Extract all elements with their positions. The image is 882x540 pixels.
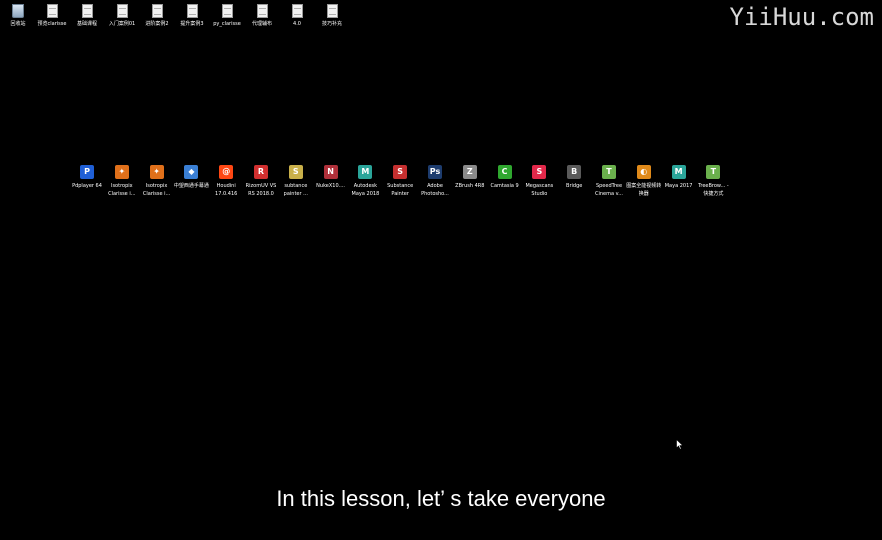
- desktop-shortcut-label: NukeX10....: [316, 183, 346, 189]
- desktop-shortcut-label: Isotropix Clarisse i...: [108, 183, 136, 197]
- desktop-icon-label: 进阶案例2: [145, 21, 169, 27]
- houdini-icon: @: [219, 165, 234, 179]
- speedtree-icon: T: [602, 165, 616, 179]
- maya-icon: M: [358, 165, 373, 179]
- clarisse-icon: ✦: [149, 165, 164, 179]
- desktop-shortcut-label: Substance Painter: [387, 183, 414, 197]
- desktop-shortcut[interactable]: Ps Adobe Photosho...: [417, 165, 453, 198]
- clarisse-icon: ✦: [114, 165, 129, 179]
- camtasia-icon: C: [497, 165, 512, 179]
- desktop-shortcut[interactable]: N NukeX10....: [313, 165, 349, 190]
- desktop-icon-label: 预览clarisse: [37, 21, 67, 27]
- desktop-icon-file[interactable]: py_clarisse: [209, 4, 245, 34]
- desktop-icon-label: 代理辅布: [251, 21, 272, 27]
- pdplayer-icon: P: [80, 165, 94, 179]
- desktop-shortcut-label: ZBrush 4R8: [455, 183, 485, 189]
- rizomuv-icon: R: [254, 165, 268, 179]
- desktop-shortcut[interactable]: B Bridge: [556, 165, 592, 190]
- desktop-shortcut[interactable]: P Pdplayer 64: [69, 165, 105, 190]
- photoshop-icon: Ps: [428, 165, 442, 179]
- desktop-shortcut[interactable]: Ssubtance painter ...: [278, 165, 314, 198]
- desktop-shortcut-label: Bridge: [566, 183, 583, 189]
- file-icon: [46, 4, 58, 18]
- desktop-icon-label: 技巧补充: [321, 21, 342, 27]
- desktop-shortcut[interactable]: @ Houdini 17.0.416: [208, 165, 244, 198]
- file-icon: [326, 4, 338, 18]
- substance-icon: S: [288, 165, 303, 179]
- desktop-shortcut-label: Isotropix Clarisse i...: [142, 183, 171, 197]
- desktop-shortcut-label: Maya 2017: [664, 183, 693, 189]
- desktop-shortcut-label: 图案全能视频转换器: [626, 183, 662, 197]
- file-icon: [186, 4, 198, 18]
- desktop-shortcut[interactable]: T SpeedTree Cinema v...: [591, 165, 627, 198]
- desktop-shortcut[interactable]: Z ZBrush 4R8: [452, 165, 488, 190]
- desktop-icon-label: py_clarisse: [213, 21, 241, 27]
- desktop-shortcut[interactable]: M Autodesk Maya 2018: [347, 165, 383, 198]
- recycle-bin-icon: [12, 4, 24, 18]
- treebrowser-icon: T: [706, 165, 721, 179]
- desktop-shortcut-label: Pdplayer 64: [72, 183, 102, 189]
- desktop-shortcut-label: Camtasia 9: [490, 183, 519, 189]
- converter-icon: ◐: [636, 165, 651, 179]
- desktop-icon-file[interactable]: 4.0: [279, 4, 315, 34]
- file-icon: [151, 4, 163, 18]
- desktop-shortcut[interactable]: ◐ 图案全能视频转换器: [626, 165, 662, 198]
- desktop-icon-file[interactable]: 进阶案例2: [139, 4, 175, 34]
- desktop-shortcut[interactable]: S Substance Painter: [382, 165, 418, 198]
- desktop-shortcut[interactable]: R RizomUV VS RS 2018.0: [243, 165, 279, 198]
- desktop-shortcut-label: Adobe Photosho...: [421, 183, 449, 197]
- desktop-icon-file[interactable]: 提升案例3: [174, 4, 210, 34]
- desktop-shortcut[interactable]: ◆ 中望西通手幕通: [173, 165, 209, 190]
- watermark: YiiHuu.com: [729, 3, 875, 31]
- file-icon: [116, 4, 128, 18]
- desktop-icon-label: 4.0: [293, 21, 301, 27]
- desktop-icon-label: 入门案例01: [108, 21, 136, 27]
- desktop-shortcut-label: Megascans Studio: [525, 183, 554, 197]
- app-icon: ◆: [184, 165, 199, 179]
- desktop-icon-file[interactable]: 基础课程: [69, 4, 105, 34]
- file-icon: [221, 4, 233, 18]
- desktop-shortcut-label: RizomUV VS RS 2018.0: [245, 183, 277, 197]
- substance-painter-icon: S: [393, 165, 408, 179]
- desktop: YiiHuu.com 回收站 预览clarisse 基础课程 入门案例01 进阶…: [0, 0, 882, 540]
- desktop-shortcut[interactable]: C Camtasia 9: [487, 165, 523, 190]
- desktop-icon-recycle-bin[interactable]: 回收站: [0, 4, 36, 34]
- desktop-icon-label: 回收站: [10, 21, 26, 27]
- file-icon: [291, 4, 303, 18]
- maya-icon: M: [671, 165, 686, 179]
- zbrush-icon: Z: [462, 165, 477, 179]
- desktop-icon-file[interactable]: 入门案例01: [104, 4, 140, 34]
- desktop-shortcut-label: 中望西通手幕通: [173, 183, 209, 189]
- desktop-shortcut[interactable]: ✦ Isotropix Clarisse i...: [139, 165, 175, 198]
- desktop-icon-file[interactable]: 代理辅布: [244, 4, 280, 34]
- bridge-icon: B: [567, 165, 582, 179]
- desktop-icon-file[interactable]: 技巧补充: [314, 4, 350, 34]
- desktop-icon-label: 基础课程: [76, 21, 97, 27]
- nuke-icon: N: [323, 165, 338, 179]
- file-icon: [256, 4, 268, 18]
- desktop-shortcut-label: SpeedTree Cinema v...: [595, 183, 623, 197]
- desktop-shortcut-label: Houdini 17.0.416: [215, 183, 238, 197]
- desktop-shortcut-label: TreeBrow... - 快捷方式: [698, 183, 729, 197]
- desktop-shortcut-label: subtance painter ...: [283, 183, 308, 197]
- desktop-shortcut[interactable]: ✦ Isotropix Clarisse i...: [104, 165, 140, 198]
- file-icon: [81, 4, 93, 18]
- mouse-cursor-icon: [676, 439, 684, 450]
- desktop-shortcut[interactable]: M Maya 2017: [661, 165, 697, 190]
- desktop-icon-file[interactable]: 预览clarisse: [34, 4, 70, 34]
- desktop-shortcut[interactable]: T TreeBrow... - 快捷方式: [695, 165, 731, 198]
- megascans-icon: S: [532, 165, 547, 179]
- desktop-icon-label: 提升案例3: [180, 21, 204, 27]
- desktop-shortcut[interactable]: S Megascans Studio: [521, 165, 557, 198]
- desktop-shortcut-label: Autodesk Maya 2018: [351, 183, 380, 197]
- video-subtitle: In this lesson, let’ s take everyone: [276, 486, 606, 511]
